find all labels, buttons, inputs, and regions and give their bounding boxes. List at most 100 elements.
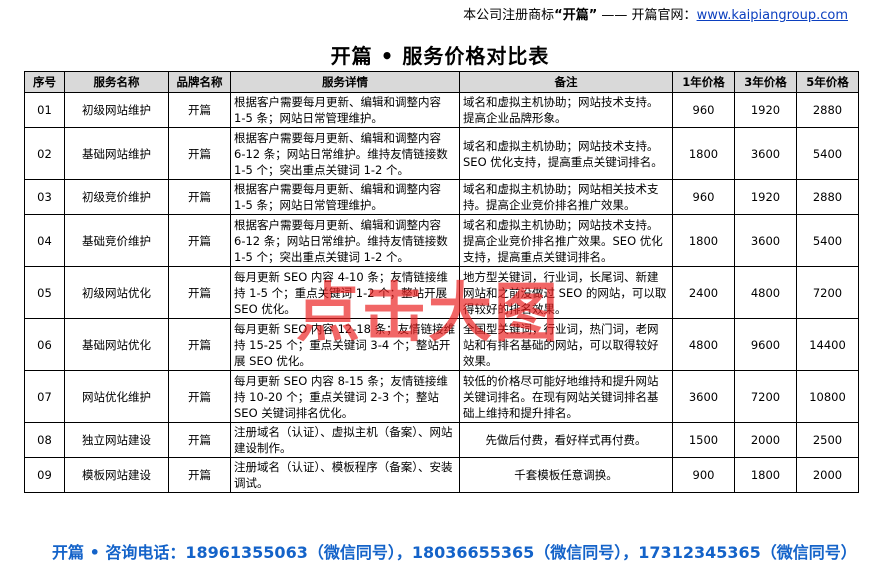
service-detail: 注册域名（认证）、虚拟主机（备案）、网站建设制作。 xyxy=(230,422,460,458)
page-title: 开篇 • 服务价格对比表 xyxy=(330,44,550,68)
service-detail: 根据客户需要每月更新、编辑和调整内容 6-12 条；网站日常维护。维持友情链接数… xyxy=(230,127,460,180)
service-detail: 注册域名（认证）、模板程序（备案）、安装调试。 xyxy=(230,457,460,493)
top-trademark-line: 本公司注册商标“开篇” —— 开篇官网：www.kaipiangroup.com xyxy=(463,4,848,23)
trademark-brand: “开篇” xyxy=(554,8,598,23)
service-detail: 每月更新 SEO 内容 4-10 条；友情链接维持 1-5 个；重点关键词 1-… xyxy=(230,266,460,319)
column-header: 服务详情 xyxy=(230,71,460,93)
brand-name: 开篇 xyxy=(168,422,231,458)
service-note: 域名和虚拟主机协助；网站相关技术支持。提高企业竞价排名推广效果。 xyxy=(459,179,673,215)
price-5-year: 7200 xyxy=(796,266,859,319)
price-5-year: 10800 xyxy=(796,370,859,423)
service-detail: 每月更新 SEO 内容 12-18 条；友情链接维持 15-25 个；重点关键词… xyxy=(230,318,460,371)
price-1-year: 1500 xyxy=(672,422,735,458)
column-header: 1年价格 xyxy=(672,71,735,93)
price-3-year: 7200 xyxy=(734,370,797,423)
table-row: 09 模板网站建设 开篇 注册域名（认证）、模板程序（备案）、安装调试。 千套模板任意调… xyxy=(24,457,859,493)
service-note: 千套模板任意调换。 xyxy=(459,457,673,493)
brand-name: 开篇 xyxy=(168,179,231,215)
row-number: 04 xyxy=(24,214,65,267)
table-row: 08 独立网站建设 开篇 注册域名（认证）、虚拟主机（备案）、网站建设制作。 先做后付费… xyxy=(24,422,859,458)
service-note: 域名和虚拟主机协助；网站技术支持。提高企业品牌形象。 xyxy=(459,92,673,128)
brand-name: 开篇 xyxy=(168,92,231,128)
price-5-year: 2880 xyxy=(796,92,859,128)
table-row: 04 基础竞价维护 开篇 根据客户需要每月更新、编辑和调整内容 6-12 条；网站日常… xyxy=(24,214,859,267)
price-5-year: 14400 xyxy=(796,318,859,371)
price-1-year: 960 xyxy=(672,179,735,215)
service-name: 独立网站建设 xyxy=(64,422,169,458)
service-name: 基础网站维护 xyxy=(64,127,169,180)
column-header: 服务名称 xyxy=(64,71,169,93)
service-note: 域名和虚拟主机协助；网站技术支持。SEO 优化支持，提高重点关键词排名。 xyxy=(459,127,673,180)
table-row: 03 初级竞价维护 开篇 根据客户需要每月更新、编辑和调整内容 1-5 条；网站日常管… xyxy=(24,179,859,215)
table-body: 01 初级网站维护 开篇 根据客户需要每月更新、编辑和调整内容 1-5 条；网站日常管… xyxy=(24,92,859,493)
column-header: 品牌名称 xyxy=(168,71,231,93)
price-1-year: 2400 xyxy=(672,266,735,319)
price-5-year: 2000 xyxy=(796,457,859,493)
price-3-year: 3600 xyxy=(734,214,797,267)
trademark-prefix: 本公司注册商标 xyxy=(463,8,555,23)
service-note: 全国型关键词，行业词，热门词，老网站和有排名基础的网站，可以取得较好效果。 xyxy=(459,318,673,371)
price-5-year: 2880 xyxy=(796,179,859,215)
service-name: 网站优化维护 xyxy=(64,370,169,423)
brand-name: 开篇 xyxy=(168,318,231,371)
service-name: 基础网站优化 xyxy=(64,318,169,371)
brand-name: 开篇 xyxy=(168,370,231,423)
service-name: 初级竞价维护 xyxy=(64,179,169,215)
price-1-year: 3600 xyxy=(672,370,735,423)
price-1-year: 4800 xyxy=(672,318,735,371)
row-number: 05 xyxy=(24,266,65,319)
service-detail: 根据客户需要每月更新、编辑和调整内容 1-5 条；网站日常管理维护。 xyxy=(230,179,460,215)
column-header: 3年价格 xyxy=(734,71,797,93)
brand-name: 开篇 xyxy=(168,266,231,319)
row-number: 03 xyxy=(24,179,65,215)
row-number: 07 xyxy=(24,370,65,423)
column-header: 5年价格 xyxy=(796,71,859,93)
price-1-year: 1800 xyxy=(672,127,735,180)
price-1-year: 900 xyxy=(672,457,735,493)
row-number: 09 xyxy=(24,457,65,493)
price-table: 序号 服务名称 品牌名称 服务详情 备注 1年价格 3年价格 5年价格 01 初级网站维护 开篇根… xyxy=(24,71,859,493)
service-name: 模板网站建设 xyxy=(64,457,169,493)
service-note: 先做后付费，看好样式再付费。 xyxy=(459,422,673,458)
site-label: 开篇官网： xyxy=(631,8,697,23)
table-row: 01 初级网站维护 开篇 根据客户需要每月更新、编辑和调整内容 1-5 条；网站日常管… xyxy=(24,92,859,128)
contact-footer: 开篇 • 咨询电话：18961355063（微信同号），18036655365（… xyxy=(52,543,857,562)
price-1-year: 960 xyxy=(672,92,735,128)
column-header: 序号 xyxy=(24,71,65,93)
service-note: 域名和虚拟主机协助；网站技术支持。提高企业竞价排名推广效果。SEO 优化支持，提… xyxy=(459,214,673,267)
row-number: 06 xyxy=(24,318,65,371)
price-5-year: 5400 xyxy=(796,127,859,180)
price-1-year: 1800 xyxy=(672,214,735,267)
brand-name: 开篇 xyxy=(168,127,231,180)
service-detail: 每月更新 SEO 内容 8-15 条；友情链接维持 10-20 个；重点关键词 … xyxy=(230,370,460,423)
column-header: 备注 xyxy=(459,71,673,93)
service-note: 较低的价格尽可能好地维持和提升网站关键词排名。在现有网站关键词排名基础上维持和提… xyxy=(459,370,673,423)
price-3-year: 9600 xyxy=(734,318,797,371)
service-name: 基础竞价维护 xyxy=(64,214,169,267)
table-row: 02 基础网站维护 开篇 根据客户需要每月更新、编辑和调整内容 6-12 条；网站日常… xyxy=(24,127,859,180)
brand-name: 开篇 xyxy=(168,457,231,493)
table-row: 06 基础网站优化 开篇 每月更新 SEO 内容 12-18 条；友情链接维持 15-… xyxy=(24,318,859,371)
price-3-year: 1920 xyxy=(734,92,797,128)
service-note: 地方型关键词，行业词，长尾词、新建网站和之前没做过 SEO 的网站，可以取得较好… xyxy=(459,266,673,319)
service-detail: 根据客户需要每月更新、编辑和调整内容 6-12 条；网站日常维护。维持友情链接数… xyxy=(230,214,460,267)
price-3-year: 1920 xyxy=(734,179,797,215)
price-3-year: 3600 xyxy=(734,127,797,180)
service-detail: 根据客户需要每月更新、编辑和调整内容 1-5 条；网站日常管理维护。 xyxy=(230,92,460,128)
table-row: 07 网站优化维护 开篇 每月更新 SEO 内容 8-15 条；友情链接维持 10-2… xyxy=(24,370,859,423)
table-row: 05 初级网站优化 开篇 每月更新 SEO 内容 4-10 条；友情链接维持 1-5 … xyxy=(24,266,859,319)
price-5-year: 2500 xyxy=(796,422,859,458)
service-name: 初级网站维护 xyxy=(64,92,169,128)
dash-separator: —— xyxy=(601,8,628,23)
brand-name: 开篇 xyxy=(168,214,231,267)
official-site-link[interactable]: www.kaipiangroup.com xyxy=(697,8,848,23)
table-header-row: 序号 服务名称 品牌名称 服务详情 备注 1年价格 3年价格 5年价格 xyxy=(24,71,859,93)
row-number: 02 xyxy=(24,127,65,180)
price-3-year: 1800 xyxy=(734,457,797,493)
price-5-year: 5400 xyxy=(796,214,859,267)
price-3-year: 2000 xyxy=(734,422,797,458)
service-name: 初级网站优化 xyxy=(64,266,169,319)
row-number: 08 xyxy=(24,422,65,458)
row-number: 01 xyxy=(24,92,65,128)
price-3-year: 4800 xyxy=(734,266,797,319)
